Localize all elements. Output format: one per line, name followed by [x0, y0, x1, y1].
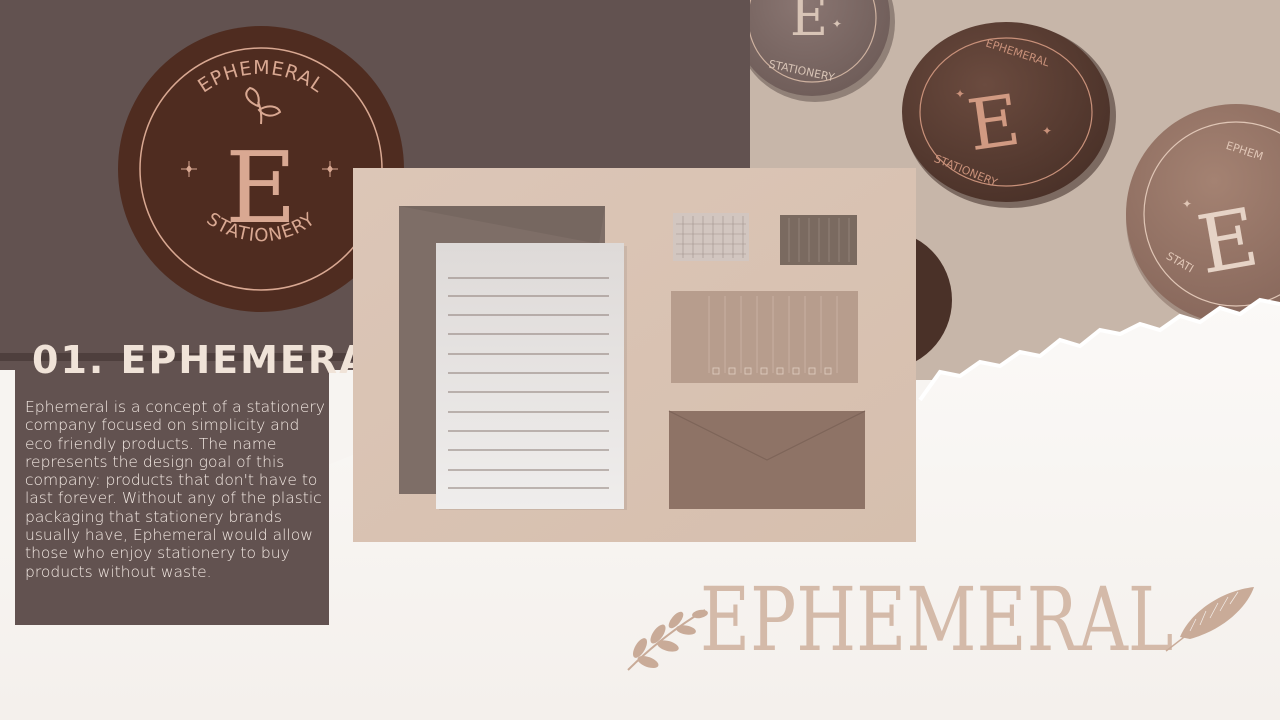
sparkle-icon: [181, 161, 197, 177]
stationery-mockup: [353, 168, 916, 542]
logo-top-text: EPHEMERAL: [194, 57, 327, 97]
svg-text:EPHEMERAL: EPHEMERAL: [194, 57, 328, 97]
mockup-svg: [353, 168, 916, 542]
description-text: Ephemeral is a concept of a stationery c…: [25, 398, 325, 581]
page-heading: 01. EPHEMERAL: [32, 338, 397, 382]
feather-icon: [1165, 587, 1254, 652]
sprout-icon: [245, 86, 282, 125]
leaf-branch-icon: [627, 609, 708, 671]
wordmark: EPHEMERAL: [700, 568, 1174, 671]
logo-letter: E: [225, 132, 297, 246]
sparkle-icon: [322, 161, 338, 177]
